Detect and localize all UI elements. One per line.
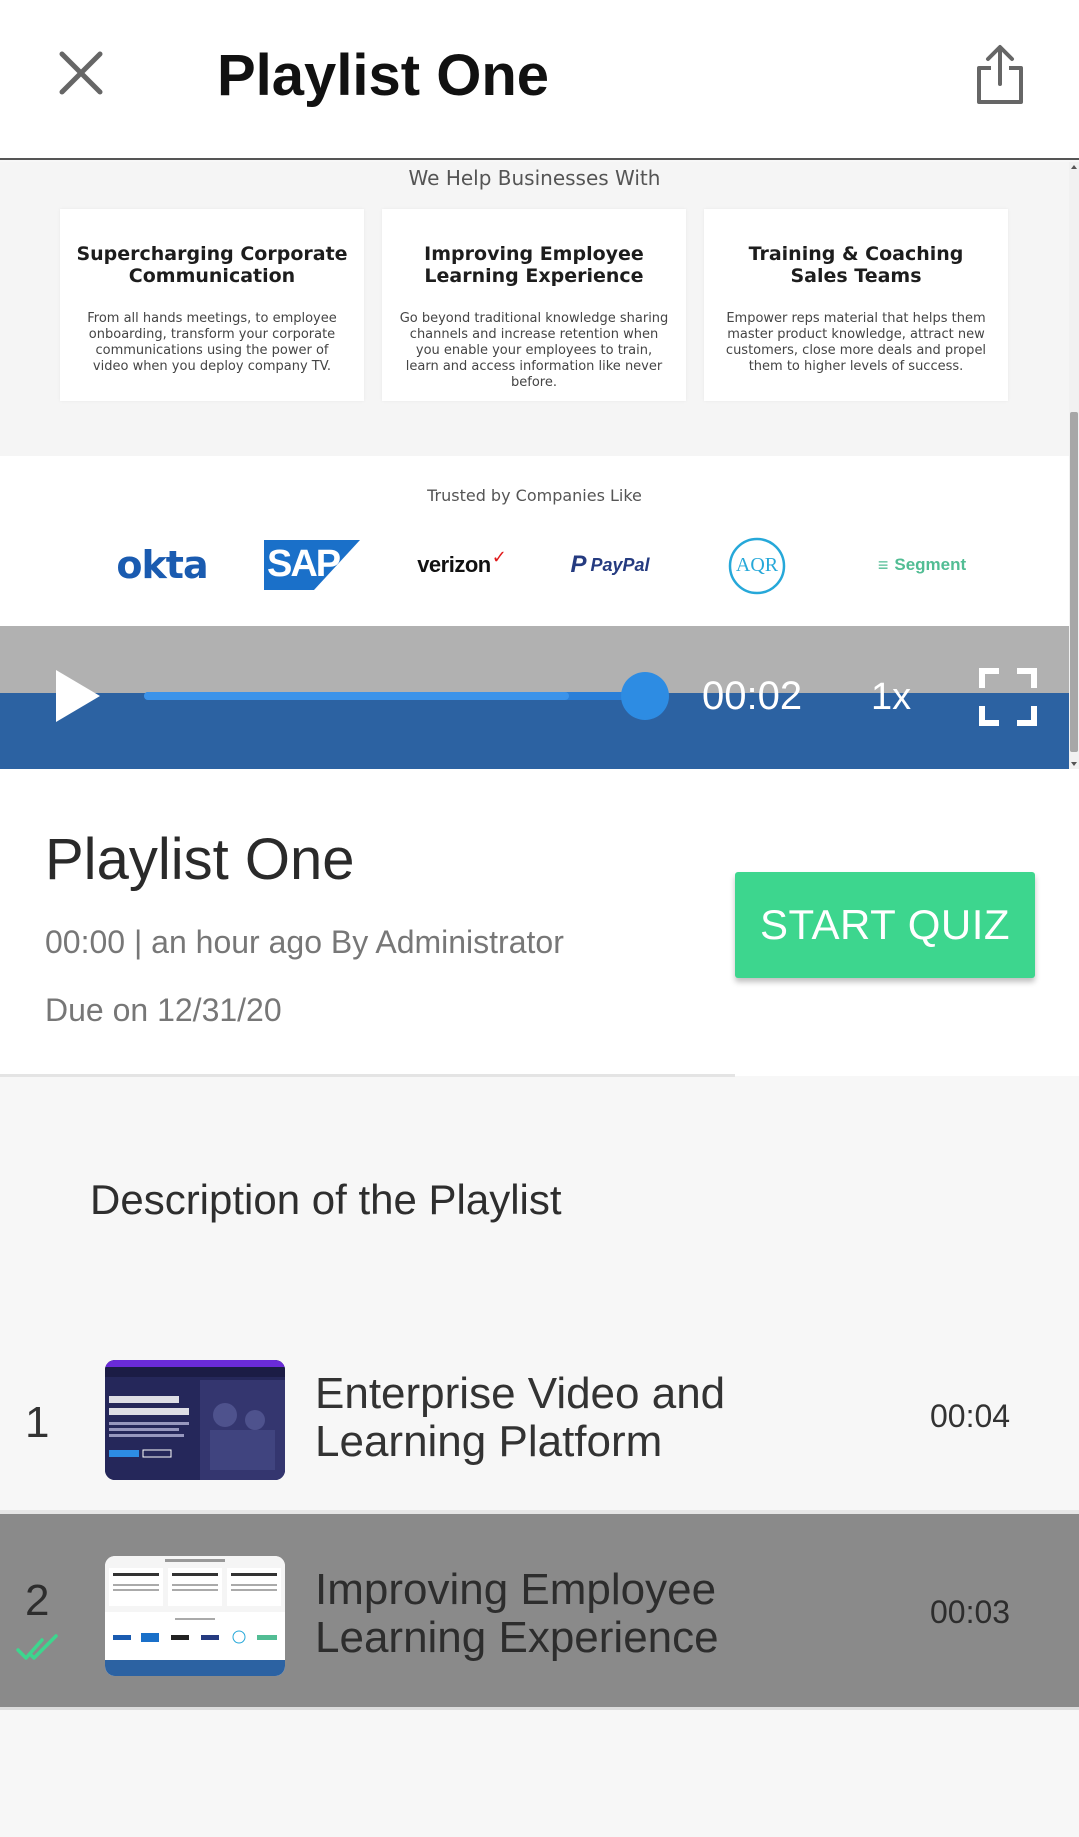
card-text: Empower reps material that helps them ma… <box>725 311 987 374</box>
card-title: Improving Employee Learning Experience <box>424 243 644 287</box>
video-scrollbar[interactable] <box>1069 162 1079 769</box>
playlist-item[interactable]: 1 Enterprise Video and Learning Platform… <box>0 1318 1079 1514</box>
double-check-icon <box>16 1634 60 1664</box>
feature-card: Supercharging Corporate Communication Fr… <box>60 209 364 401</box>
item-number: 1 <box>25 1398 50 1447</box>
page-title: Playlist One <box>217 43 550 108</box>
trusted-title: Trusted by Companies Like <box>427 486 642 505</box>
verizon-logo: verizon ✓ <box>417 546 507 578</box>
card-text: Go beyond traditional knowledge sharing … <box>399 311 669 390</box>
item-title: Enterprise Video and Learning Platform <box>315 1369 726 1466</box>
aqr-logo: AQR <box>722 536 792 595</box>
player-controls: 00:02 1x <box>0 626 1069 769</box>
card-text: From all hands meetings, to employee onb… <box>87 311 337 374</box>
item-duration: 00:04 <box>930 1398 1011 1434</box>
progress-fill <box>144 692 569 700</box>
card-title: Training & Coaching Sales Teams <box>748 243 964 287</box>
feature-card: Training & Coaching Sales Teams Empower … <box>704 209 1008 401</box>
scroll-up-icon[interactable] <box>1071 165 1077 169</box>
item-title: Improving Employee Learning Experience <box>315 1565 719 1662</box>
feature-cards: Supercharging Corporate Communication Fr… <box>60 209 1008 401</box>
share-icon[interactable] <box>974 44 1026 106</box>
slide-heading: We Help Businesses With <box>408 166 661 190</box>
top-bar: Playlist One <box>0 0 1079 160</box>
playlist-title: Playlist One <box>45 827 355 892</box>
card-title: Supercharging Corporate Communication <box>76 243 348 287</box>
video-thumbnail <box>105 1556 285 1676</box>
scroll-down-icon[interactable] <box>1071 762 1077 766</box>
due-date: Due on 12/31/20 <box>45 992 282 1028</box>
play-icon[interactable] <box>54 668 102 724</box>
sap-logo: SAP <box>264 536 360 594</box>
item-duration: 00:03 <box>930 1594 1011 1630</box>
video-player[interactable]: We Help Businesses With Supercharging Co… <box>0 162 1069 769</box>
progress-handle[interactable] <box>621 672 669 720</box>
fullscreen-icon[interactable] <box>979 668 1037 726</box>
close-icon[interactable] <box>56 48 106 98</box>
divider <box>0 1074 735 1077</box>
playback-speed[interactable]: 1x <box>871 676 911 719</box>
playlist-description: Description of the Playlist <box>90 1176 562 1223</box>
playlist-screen: Playlist One We Help Businesses With Sup… <box>0 0 1079 1837</box>
progress-bar[interactable] <box>144 692 644 700</box>
segment-logo: ≡ Segment <box>877 554 967 575</box>
paypal-logo: P PayPal <box>570 551 650 578</box>
playlist-meta: 00:00 | an hour ago By Administrator <box>45 924 564 960</box>
feature-card: Improving Employee Learning Experience G… <box>382 209 686 401</box>
playlist-info: Playlist One 00:00 | an hour ago By Admi… <box>0 769 1079 1076</box>
okta-logo: okta <box>116 543 208 587</box>
scrollbar-thumb[interactable] <box>1070 412 1078 752</box>
video-thumbnail <box>105 1360 285 1480</box>
playlist-item-selected[interactable]: 2 Improving Employee Learning Experience… <box>0 1514 1079 1710</box>
current-time: 00:02 <box>702 674 803 718</box>
start-quiz-button[interactable]: START QUIZ <box>735 872 1035 978</box>
item-number: 2 <box>25 1576 50 1625</box>
